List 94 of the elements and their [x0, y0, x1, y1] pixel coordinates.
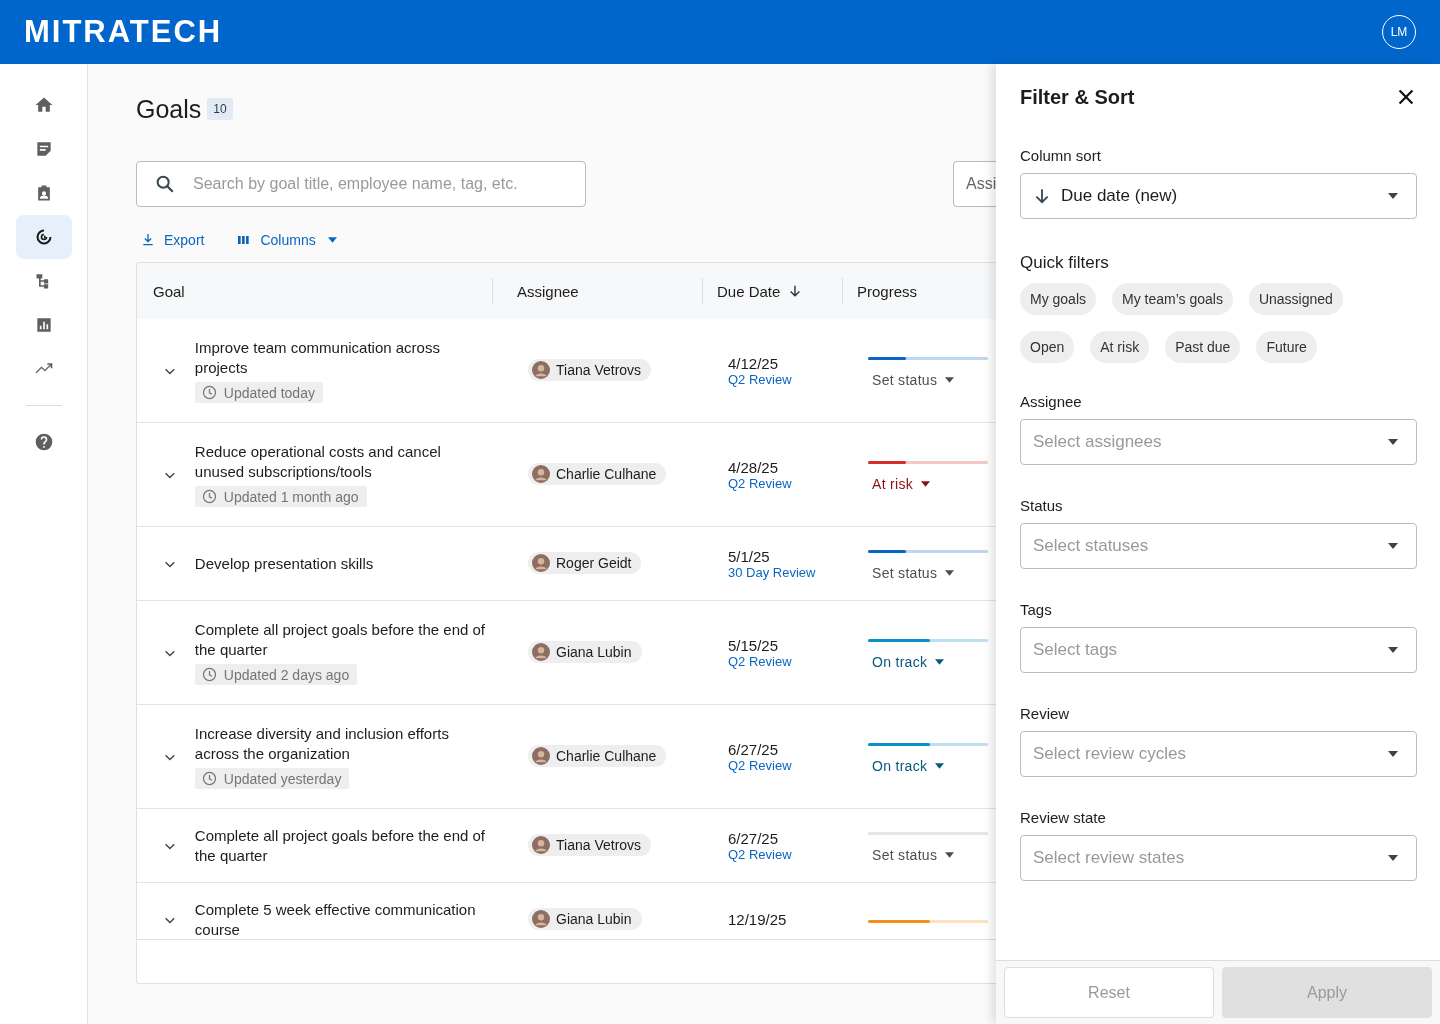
review-link[interactable]: Q2 Review [728, 371, 842, 387]
caret-icon [1388, 855, 1398, 861]
status-dropdown[interactable]: On track [868, 758, 949, 774]
caret-icon [935, 659, 945, 665]
caret-icon [921, 481, 930, 487]
avatar-icon [532, 464, 550, 483]
avatar-icon [532, 835, 550, 854]
section-heading: Quick filters [1020, 253, 1110, 273]
assignee-chip[interactable]: Tiana Vetrovs [528, 358, 652, 381]
download-icon [140, 232, 156, 248]
field-label: Assignee [1020, 393, 1083, 410]
due-date: 4/12/25 [728, 354, 780, 372]
clock-icon [200, 666, 218, 683]
page-title: Goals [136, 94, 202, 124]
status-dropdown[interactable]: At risk [868, 476, 934, 492]
status-dropdown[interactable]: Set status [868, 847, 959, 863]
help-icon [33, 432, 54, 452]
updated-tag: Updated yesterday [194, 768, 350, 789]
caret-icon [1388, 751, 1398, 757]
assignee-chip[interactable]: Charlie Culhane [528, 462, 667, 485]
updated-tag: Updated today [194, 382, 323, 403]
search-icon [154, 173, 176, 195]
avatar-icon [532, 909, 550, 928]
due-date: 6/27/25 [728, 740, 780, 758]
goal-title[interactable]: Develop presentation skills [194, 553, 374, 574]
due-date: 5/1/25 [728, 547, 771, 565]
column-header[interactable]: Progress [857, 282, 918, 300]
field-label: Status [1020, 497, 1064, 514]
column-header[interactable]: Goal [153, 282, 185, 300]
review-link[interactable]: Q2 Review [728, 846, 842, 862]
goal-title[interactable]: Increase diversity and inclusion efforts across the organization [194, 724, 492, 764]
field-label: Column sort [1020, 147, 1102, 164]
nav-button[interactable] [15, 215, 72, 259]
field-label: Review [1020, 705, 1071, 722]
field-label: Review state [1020, 809, 1107, 826]
assignee-chip[interactable]: Tiana Vetrovs [528, 833, 652, 856]
export-button[interactable]: Export [136, 232, 209, 248]
assignee-filter-field[interactable]: Assi [953, 161, 996, 207]
caret-icon [945, 377, 955, 383]
filter-chip[interactable]: Unassigned [1248, 283, 1343, 315]
caret-icon [1388, 647, 1398, 653]
caret-icon [1388, 439, 1398, 445]
column-header[interactable]: Assignee [517, 282, 579, 300]
avatar-icon [532, 746, 550, 765]
goal-title[interactable]: Complete 5 week effective communication course [194, 899, 492, 939]
caret-icon [1388, 193, 1398, 199]
goal-title[interactable]: Reduce operational costs and cancel unused subscriptions/tools [194, 442, 492, 482]
search-field[interactable]: Search by goal title, employee name, tag, etc. [136, 161, 586, 207]
review-link[interactable]: Q2 Review [728, 757, 842, 773]
status-dropdown[interactable]: Set status [868, 372, 959, 388]
column-header[interactable]: Due Date [717, 282, 781, 300]
filter-chip[interactable]: Open [1020, 331, 1075, 363]
review-link[interactable]: Q2 Review [728, 475, 842, 491]
review-link[interactable]: Q2 Review [728, 653, 842, 669]
status-dropdown[interactable]: Set status [868, 565, 959, 581]
assignee-chip[interactable]: Charlie Culhane [528, 744, 667, 767]
logo[interactable]: MITRATECH [24, 14, 223, 50]
avatar-icon [532, 360, 550, 379]
clock-icon [200, 488, 218, 505]
goal-count: 10 [207, 98, 233, 120]
caret-icon [945, 570, 955, 576]
avatar-icon [532, 642, 550, 661]
due-date: 5/15/25 [728, 636, 780, 654]
review-link[interactable]: 30 Day Review [728, 564, 842, 580]
field-label: Tags [1020, 601, 1053, 618]
filter-chip[interactable]: My team’s goals [1112, 283, 1233, 315]
caret-icon [1388, 543, 1398, 549]
caret-icon [327, 237, 337, 243]
sort-select[interactable]: Due date (new) [1020, 173, 1417, 219]
assignee-chip[interactable]: Giana Lubin [528, 640, 642, 663]
updated-tag: Updated 2 days ago [194, 664, 358, 685]
home-icon [33, 95, 54, 115]
caret-icon [945, 852, 955, 858]
filter-chip[interactable]: Future [1256, 331, 1317, 363]
due-date: 12/19/25 [728, 911, 788, 928]
filter-chip[interactable]: My goals [1020, 283, 1097, 315]
goal-title[interactable]: Complete all project goals before the end of the quarter [194, 620, 492, 660]
due-date: 4/28/25 [728, 458, 780, 476]
filter-chip[interactable]: Past due [1165, 331, 1241, 363]
assignee-chip[interactable]: Giana Lubin [528, 907, 642, 930]
goal-title[interactable]: Complete all project goals before the end of the quarter [194, 825, 492, 866]
filter-chip[interactable]: At risk [1090, 331, 1150, 363]
arrow-down-icon [1033, 187, 1051, 205]
goal-title[interactable]: Improve team communication across projects [194, 338, 492, 378]
status-dropdown[interactable]: On track [868, 654, 949, 670]
clock-icon [200, 384, 218, 401]
columns-button[interactable]: Columns [232, 232, 341, 248]
updated-tag: Updated 1 month ago [194, 486, 367, 507]
assignee-chip[interactable]: Roger Geidt [528, 551, 642, 574]
avatar-icon [532, 553, 550, 572]
caret-icon [935, 763, 945, 769]
panel-title: Filter & Sort [1020, 85, 1135, 109]
due-date: 6/27/25 [728, 829, 780, 847]
clock-icon [200, 770, 218, 787]
